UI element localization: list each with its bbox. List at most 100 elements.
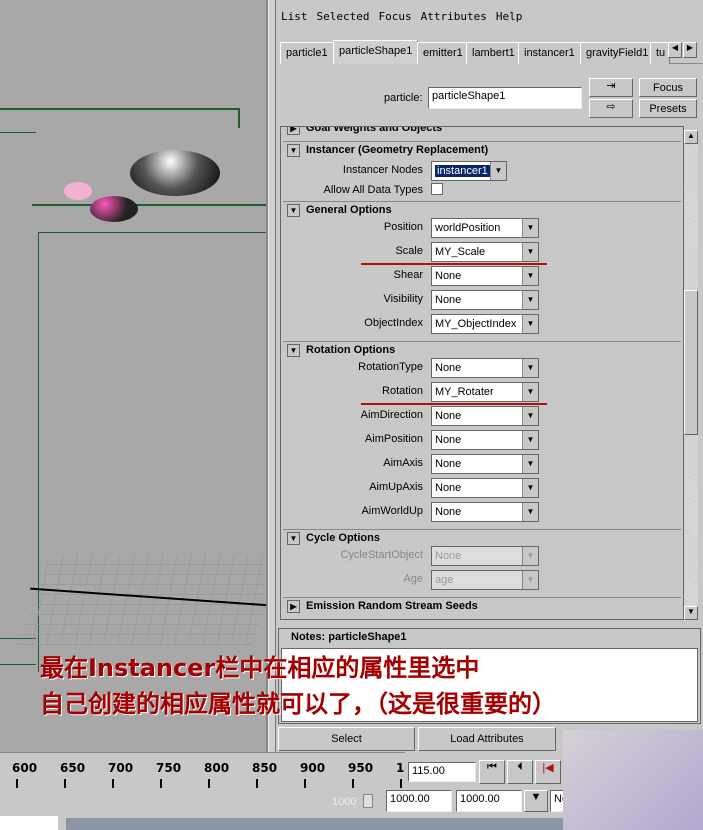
load-tab-icon[interactable]: ⇨ [589, 99, 633, 118]
chevron-down-icon: ▼ [522, 243, 538, 261]
collapse-toggle-icon[interactable]: ▶ [287, 127, 300, 135]
menu-selected[interactable]: Selected [317, 10, 370, 23]
viewport[interactable] [0, 0, 268, 752]
cycle-start-object-dropdown[interactable]: None ▼ [431, 546, 539, 566]
collapse-toggle-icon[interactable]: ▼ [287, 204, 300, 217]
menu-list[interactable]: List [281, 10, 308, 23]
tab-scroll-right-icon[interactable]: ▶ [683, 42, 697, 58]
menu-help[interactable]: Help [496, 10, 523, 23]
chevron-down-icon: ▼ [522, 407, 538, 425]
rotation-type-dropdown[interactable]: None ▼ [431, 358, 539, 378]
time-slider[interactable]: 600 650 700 750 800 850 900 950 1 [0, 752, 405, 793]
menu-attributes[interactable]: Attributes [421, 10, 487, 23]
panel-divider[interactable] [268, 0, 276, 752]
presets-button[interactable]: Presets [639, 99, 697, 118]
age-label: Age [403, 573, 423, 585]
tick-label: 800 [204, 761, 230, 775]
aim-axis-dropdown[interactable]: None ▼ [431, 454, 539, 474]
instancer-nodes-dropdown[interactable]: instancer1 ▼ [431, 161, 507, 181]
section-goal-weights[interactable]: ▶ Goal Weights and Objects [283, 127, 681, 137]
section-emission-random-stream-seeds[interactable]: ▶ Emission Random Stream Seeds [283, 597, 681, 615]
chevron-down-icon: ▼ [522, 267, 538, 285]
section-cycle-options[interactable]: ▼ Cycle Options [283, 529, 681, 547]
menu-bar: List Selected Focus Attributes Help [276, 10, 703, 28]
scroll-down-icon[interactable]: ▼ [684, 606, 698, 620]
tick-label: 850 [252, 761, 278, 775]
allow-all-data-types-label: Allow All Data Types [323, 184, 423, 196]
tab-instancer1[interactable]: instancer1 [518, 42, 581, 64]
range-end-field[interactable]: 1000.00 [456, 790, 522, 812]
attribute-scrollbar[interactable]: ▲ ▼ [684, 130, 698, 620]
scroll-up-icon[interactable]: ▲ [684, 130, 698, 144]
position-label: Position [383, 221, 423, 233]
range-handle[interactable] [363, 794, 373, 808]
collapse-toggle-icon[interactable]: ▶ [287, 600, 300, 613]
chevron-down-icon: ▼ [522, 479, 538, 497]
scale-label: Scale [395, 245, 423, 257]
timeline-tick: 600 [12, 761, 37, 793]
chevron-down-icon: ▼ [522, 455, 538, 473]
collapse-toggle-icon[interactable]: ▼ [287, 532, 300, 545]
tick-label: 650 [60, 761, 86, 775]
allow-all-data-types-checkbox[interactable] [431, 183, 443, 195]
tab-truncated[interactable]: tu [650, 42, 670, 64]
timeline-tick: 1 [396, 761, 404, 793]
load-attributes-button[interactable]: Load Attributes [418, 727, 556, 751]
tab-scroll-left-icon[interactable]: ◀ [668, 42, 682, 58]
aim-direction-label: AimDirection [360, 409, 423, 421]
cycle-start-object-value: None [435, 550, 462, 562]
menu-focus[interactable]: Focus [378, 10, 411, 23]
node-label: particle: [384, 92, 423, 104]
go-to-start-icon[interactable]: ⏮ [479, 760, 505, 784]
rotation-type-label: RotationType [358, 361, 423, 373]
shear-dropdown[interactable]: None ▼ [431, 266, 539, 286]
chevron-down-icon: ▼ [522, 431, 538, 449]
copy-tab-icon[interactable]: ⇥ [589, 78, 633, 97]
command-line[interactable] [0, 816, 58, 830]
position-dropdown[interactable]: worldPosition ▼ [431, 218, 539, 238]
tick-label: 750 [156, 761, 182, 775]
rotation-dropdown[interactable]: MY_Rotater ▼ [431, 382, 539, 402]
aim-direction-dropdown[interactable]: None ▼ [431, 406, 539, 426]
section-title: Cycle Options [306, 532, 380, 544]
aim-position-dropdown[interactable]: None ▼ [431, 430, 539, 450]
scale-dropdown[interactable]: MY_Scale ▼ [431, 242, 539, 262]
highlight-underline [361, 263, 547, 265]
current-time-field[interactable]: 115.00 [408, 762, 476, 782]
aim-axis-label: AimAxis [383, 457, 423, 469]
tab-particleshape1[interactable]: particleShape1 [333, 40, 419, 64]
tick-label: 700 [108, 761, 134, 775]
chevron-down-icon: ▼ [490, 162, 506, 180]
step-back-key-icon[interactable]: ⏴ [507, 760, 533, 784]
age-dropdown[interactable]: age ▼ [431, 570, 539, 590]
step-back-icon[interactable]: |◀ [535, 760, 561, 784]
focus-button[interactable]: Focus [639, 78, 697, 97]
timeline-tick: 850 [252, 761, 278, 793]
collapse-toggle-icon[interactable]: ▼ [287, 144, 300, 157]
section-general-options[interactable]: ▼ General Options [283, 201, 681, 219]
instancer-nodes-label: Instancer Nodes [342, 164, 423, 176]
tab-gravityfield1[interactable]: gravityField1 [580, 42, 655, 64]
section-rotation-options[interactable]: ▼ Rotation Options [283, 341, 681, 359]
range-label: 1000 [332, 796, 357, 808]
section-instancer[interactable]: ▼ Instancer (Geometry Replacement) [283, 141, 681, 159]
rotation-value: MY_Rotater [435, 386, 494, 398]
chevron-down-icon: ▼ [522, 315, 538, 333]
object-index-dropdown[interactable]: MY_ObjectIndex ▼ [431, 314, 539, 334]
select-button[interactable]: Select [278, 727, 415, 751]
tab-lambert1[interactable]: lambert1 [466, 42, 521, 64]
tab-emitter1[interactable]: emitter1 [417, 42, 469, 64]
range-start-field[interactable]: 1000.00 [386, 790, 452, 812]
visibility-dropdown[interactable]: None ▼ [431, 290, 539, 310]
aim-up-axis-dropdown[interactable]: None ▼ [431, 478, 539, 498]
range-dropdown-icon[interactable]: ▼ [524, 790, 548, 812]
tick-label: 900 [300, 761, 326, 775]
node-name-field[interactable]: particleShape1 [428, 87, 582, 109]
tab-particle1[interactable]: particle1 [280, 42, 334, 64]
collapse-toggle-icon[interactable]: ▼ [287, 344, 300, 357]
aim-world-up-dropdown[interactable]: None ▼ [431, 502, 539, 522]
scroll-thumb[interactable] [684, 290, 698, 435]
scale-value: MY_Scale [435, 246, 486, 258]
timeline-tick: 750 [156, 761, 182, 793]
help-line [66, 818, 566, 830]
